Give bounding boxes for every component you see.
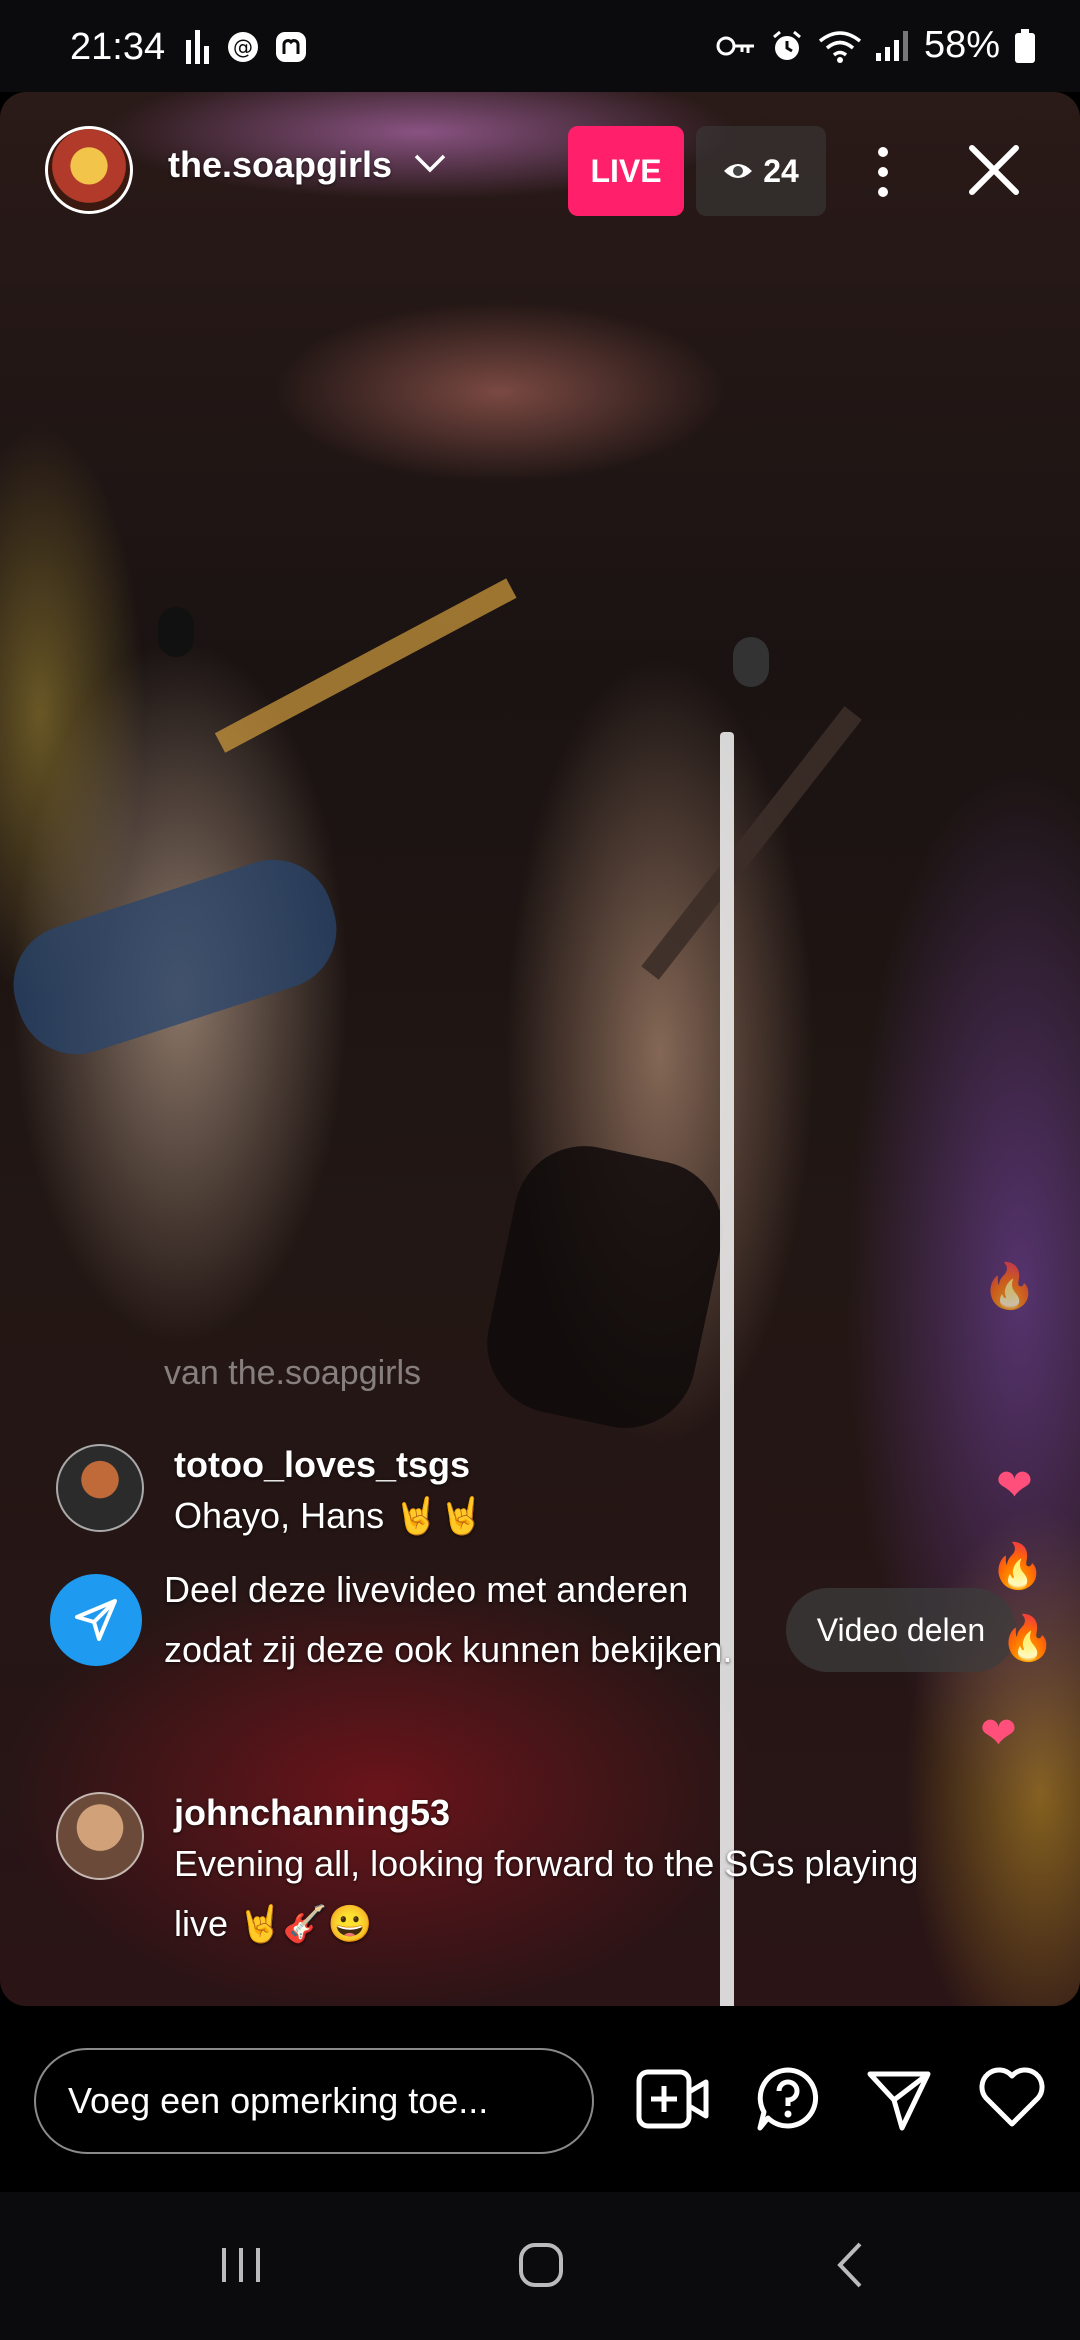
reaction-fire: 🔥: [1000, 1614, 1055, 1663]
share-prompt: Deel deze livevideo met anderen zodat zi…: [50, 1569, 784, 1680]
live-badge: LIVE: [568, 126, 684, 216]
question-icon[interactable]: [756, 2066, 820, 2137]
guitar-body-left: [0, 844, 353, 1070]
svg-text:@: @: [233, 35, 253, 59]
status-bar: 21:34 @ 58%: [0, 0, 1080, 92]
threads-icon: @: [226, 30, 260, 64]
system-nav-bar: [0, 2192, 1080, 2340]
reaction-fire: 🔥: [982, 1262, 1037, 1311]
avatar[interactable]: [56, 1444, 144, 1532]
comment-text: Ohayo, Hans 🤘🤘: [174, 1495, 484, 1536]
comment-item[interactable]: johnchanning53 Evening all, looking forw…: [56, 1792, 934, 1954]
heart-icon[interactable]: [978, 2066, 1046, 2133]
reaction-heart: ❤: [996, 1461, 1033, 1510]
guitar-neck-right: [641, 706, 862, 980]
send-icon: [50, 1574, 142, 1666]
guitar-neck-left: [214, 578, 517, 753]
share-icon[interactable]: [866, 2066, 932, 2137]
share-video-button[interactable]: Video delen: [786, 1588, 1016, 1672]
comment-input[interactable]: [34, 2048, 594, 2154]
guitar-body-right: [474, 1133, 736, 1441]
microphone-right: [733, 637, 769, 687]
reaction-heart: ❤: [980, 1709, 1017, 1758]
status-time: 21:34: [70, 26, 166, 68]
comment-username[interactable]: totoo_loves_tsgs: [174, 1444, 484, 1486]
avatar[interactable]: [56, 1792, 144, 1880]
comment-bar: [0, 2006, 1080, 2192]
wifi-icon: [818, 29, 862, 63]
video-watermark: van the.soapgirls: [164, 1354, 422, 1392]
chevron-down-icon[interactable]: [412, 150, 448, 181]
back-icon[interactable]: [826, 2240, 876, 2295]
battery-icon: [1014, 28, 1036, 63]
host-avatar[interactable]: [45, 126, 133, 214]
host-username[interactable]: the.soapgirls: [168, 144, 392, 186]
alarm-icon: [770, 29, 804, 63]
comment-item[interactable]: totoo_loves_tsgs Ohayo, Hans 🤘🤘: [56, 1444, 484, 1546]
comment-text: Evening all, looking forward to the SGs …: [174, 1843, 919, 1944]
home-icon[interactable]: [516, 2240, 566, 2295]
comment-username[interactable]: johnchanning53: [174, 1792, 934, 1834]
share-prompt-text: Deel deze livevideo met anderen zodat zi…: [164, 1569, 733, 1670]
eye-icon: [723, 153, 753, 190]
viewer-count[interactable]: 24: [696, 126, 826, 216]
add-guest-video-icon[interactable]: [636, 2066, 710, 2137]
reaction-fire: 🔥: [990, 1542, 1045, 1591]
bars-icon: [186, 30, 212, 64]
microphone-left: [158, 607, 194, 657]
mastodon-icon: [274, 30, 308, 64]
battery-percent: 58%: [923, 24, 1000, 66]
live-video[interactable]: the.soapgirls LIVE 24 van the.soapgirls …: [0, 92, 1080, 2006]
viewer-count-number: 24: [763, 152, 799, 189]
key-icon: [716, 33, 756, 59]
recent-apps-icon[interactable]: [216, 2240, 266, 2295]
signal-icon: [875, 30, 910, 61]
more-options-icon[interactable]: [868, 142, 898, 207]
close-icon[interactable]: [966, 142, 1022, 203]
